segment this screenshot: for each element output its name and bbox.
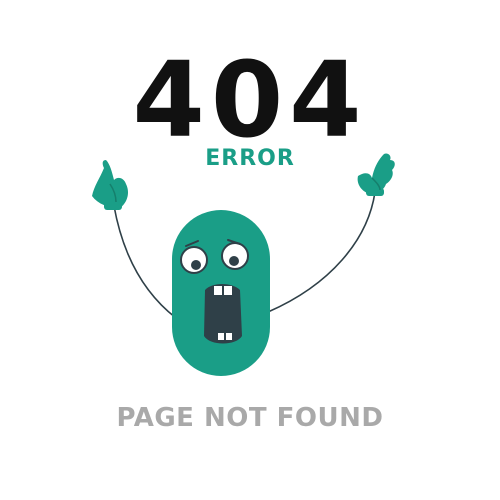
left-eye-icon <box>180 246 208 274</box>
right-arm <box>267 191 376 313</box>
right-glove-icon <box>357 153 395 196</box>
left-arm <box>113 205 177 319</box>
error-page: 404 ERROR PAGE NOT FOUND <box>0 0 500 500</box>
page-not-found-message: PAGE NOT FOUND <box>116 403 384 433</box>
right-eye-icon <box>221 242 249 270</box>
